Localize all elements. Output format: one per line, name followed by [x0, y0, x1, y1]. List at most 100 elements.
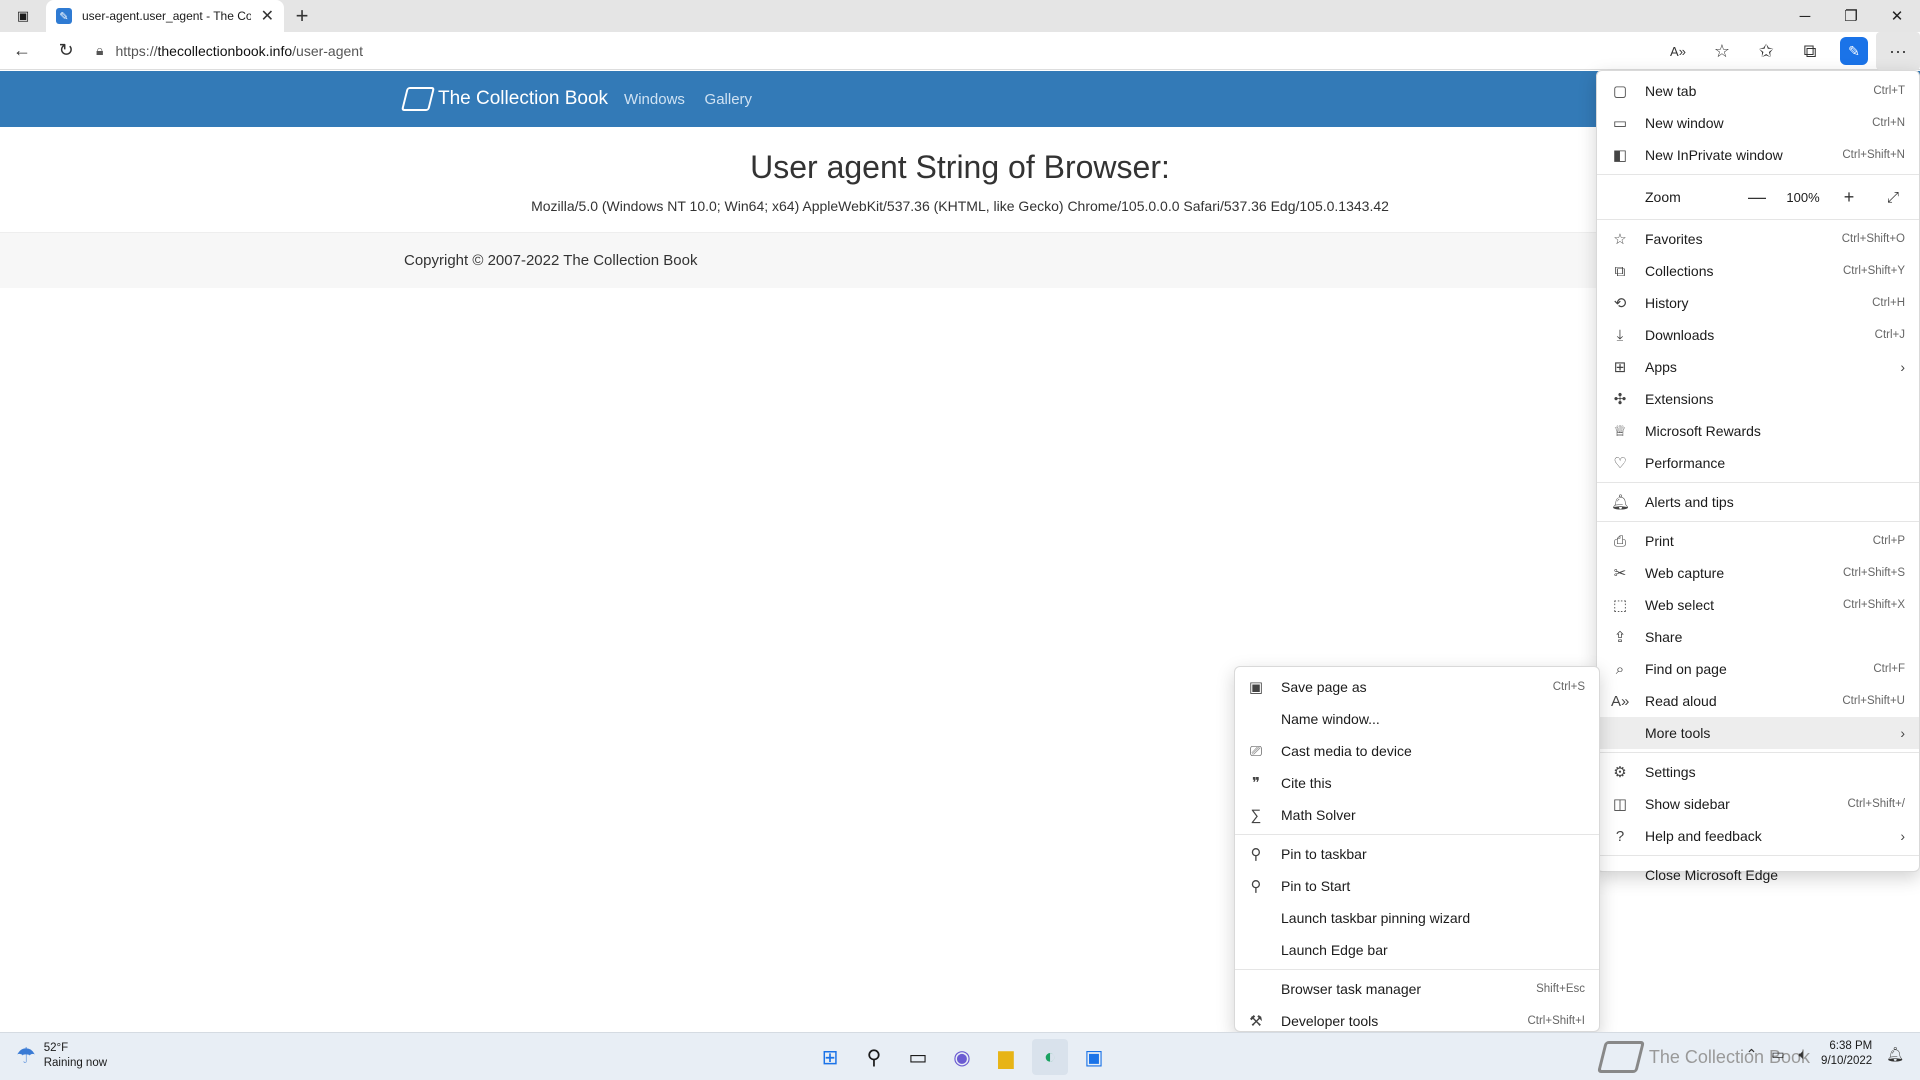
menu-item-downloads[interactable]: ⤓ Downloads Ctrl+J — [1597, 319, 1919, 351]
network-icon[interactable]: ▭ — [1771, 1046, 1784, 1063]
edge-taskbar-button[interactable]: ◐ — [1032, 1039, 1068, 1075]
menu-item-print[interactable]: ⎙ Print Ctrl+P — [1597, 525, 1919, 557]
menu-item-label: Read aloud — [1645, 693, 1717, 709]
menu-item-pin-to-start[interactable]: ⚲ Pin to Start — [1235, 870, 1599, 902]
menu-item-collections[interactable]: ⧉ Collections Ctrl+Shift+Y — [1597, 255, 1919, 287]
menu-item-show-sidebar[interactable]: ◫ Show sidebar Ctrl+Shift+/ — [1597, 788, 1919, 820]
star-add-icon: ☆ — [1713, 40, 1731, 61]
zoom-in-button[interactable]: + — [1837, 187, 1861, 208]
menu-item-extensions[interactable]: ✣ Extensions — [1597, 383, 1919, 415]
profile-button[interactable]: ✎ — [1832, 32, 1876, 70]
search-button[interactable]: ⚲ — [856, 1039, 892, 1075]
menu-item-label: Help and feedback — [1645, 828, 1762, 844]
collections-icon: ⧉ — [1803, 40, 1817, 61]
zoom-out-button[interactable]: — — [1745, 187, 1769, 208]
store-button[interactable]: ▣ — [1076, 1039, 1112, 1075]
menu-item-shortcut: Ctrl+N — [1872, 117, 1905, 129]
file-explorer-button[interactable]: ▆ — [988, 1039, 1024, 1075]
menu-item-read-aloud[interactable]: A» Read aloud Ctrl+Shift+U — [1597, 685, 1919, 717]
new-tab-button[interactable]: + — [284, 0, 320, 32]
menu-item-find-on-page[interactable]: ⌕ Find on page Ctrl+F — [1597, 653, 1919, 685]
collections-icon: ⧉ — [1614, 262, 1626, 280]
site-brand-link[interactable]: The Collection Book — [401, 87, 608, 111]
minimize-button[interactable]: ─ — [1782, 0, 1828, 32]
menu-item-history[interactable]: ⟲ History Ctrl+H — [1597, 287, 1919, 319]
menu-item-favorites[interactable]: ☆ Favorites Ctrl+Shift+O — [1597, 223, 1919, 255]
task-view-button[interactable]: ▭ — [900, 1039, 936, 1075]
settings-and-more-button[interactable]: ··· — [1876, 32, 1920, 70]
restore-button[interactable]: ❐ — [1828, 0, 1874, 32]
menu-item-shortcut: Ctrl+Shift+Y — [1843, 265, 1905, 277]
chat-icon: ◉ — [953, 1046, 971, 1069]
menu-item-cite-this[interactable]: ❞ Cite this — [1235, 767, 1599, 799]
menu-item-share[interactable]: ⇪ Share — [1597, 621, 1919, 653]
favorites-button[interactable]: ✩ — [1744, 32, 1788, 70]
menu-item-microsoft-rewards[interactable]: ♕ Microsoft Rewards — [1597, 415, 1919, 447]
chevron-right-icon: › — [1900, 359, 1905, 375]
menu-item-math-solver[interactable]: ∑ Math Solver — [1235, 799, 1599, 831]
menu-item-label: Performance — [1645, 455, 1726, 471]
extensions-icon: ✣ — [1613, 391, 1627, 408]
back-button[interactable]: ← — [0, 32, 44, 70]
address-bar[interactable]: 🔒︎ https://thecollectionbook.info/user-a… — [88, 36, 1648, 66]
menu-item-new-tab[interactable]: ▢ New tab Ctrl+T — [1597, 75, 1919, 107]
url-text: https://thecollectionbook.info/user-agen… — [115, 43, 363, 59]
menu-item-more-tools[interactable]: More tools › — [1597, 717, 1919, 749]
menu-item-label: New InPrivate window — [1645, 147, 1783, 163]
devtools-icon: ⚒ — [1249, 1013, 1263, 1030]
start-button[interactable]: ⊞ — [812, 1039, 848, 1075]
refresh-icon: ↻ — [58, 40, 74, 60]
menu-item-pin-to-taskbar[interactable]: ⚲ Pin to taskbar — [1235, 838, 1599, 870]
read-aloud-button[interactable]: A» — [1656, 32, 1700, 70]
pin-icon: ⚲ — [1250, 878, 1262, 895]
menu-item-browser-task-manager[interactable]: Browser task manager Shift+Esc — [1235, 973, 1599, 1005]
add-favorite-button[interactable]: ☆ — [1700, 32, 1744, 70]
menu-item-apps[interactable]: ⊞ Apps › — [1597, 351, 1919, 383]
menu-item-settings[interactable]: ⚙ Settings — [1597, 756, 1919, 788]
menu-item-web-select[interactable]: ⬚ Web select Ctrl+Shift+X — [1597, 589, 1919, 621]
lock-icon[interactable]: 🔒︎ — [96, 42, 103, 59]
weather-widget[interactable]: ☂ 52°F Raining now — [16, 1041, 107, 1071]
settings-and-more-menu: ▢ New tab Ctrl+T ▭ New window Ctrl+N ◧ New InPr… — [1596, 70, 1920, 883]
tab-active[interactable]: ✎ user-agent.user_agent - The Col ✕ — [46, 0, 284, 32]
clock[interactable]: 6:38 PM 9/10/2022 — [1821, 1039, 1872, 1069]
menu-item-shortcut: Ctrl+F — [1873, 663, 1905, 675]
windows-logo-icon: ⊞ — [821, 1046, 839, 1069]
volume-icon[interactable]: 🔈︎ — [1799, 1046, 1807, 1063]
menu-item-launch-taskbar-pinning-wizard[interactable]: Launch taskbar pinning wizard — [1235, 902, 1599, 934]
menu-separator — [1597, 752, 1919, 753]
notification-icon[interactable]: 🔔︎ — [1886, 1046, 1904, 1063]
menu-item-help-and-feedback[interactable]: ? Help and feedback › — [1597, 820, 1919, 852]
menu-item-close-microsoft-edge[interactable]: Close Microsoft Edge — [1597, 859, 1919, 891]
menu-item-cast-media-to-device[interactable]: ⎚ Cast media to device — [1235, 735, 1599, 767]
find-icon: ⌕ — [1615, 660, 1625, 678]
nav-link-windows[interactable]: Windows — [624, 91, 685, 108]
menu-item-alerts-and-tips[interactable]: 🔔︎ Alerts and tips — [1597, 486, 1919, 518]
menu-item-performance[interactable]: ♡ Performance — [1597, 447, 1919, 479]
menu-separator — [1597, 219, 1919, 220]
collections-button[interactable]: ⧉ — [1788, 32, 1832, 70]
chat-button[interactable]: ◉ — [944, 1039, 980, 1075]
pin-icon: ⚲ — [1250, 846, 1262, 863]
chevron-up-icon[interactable]: ⌃ — [1746, 1046, 1758, 1063]
close-window-button[interactable]: ✕ — [1874, 0, 1920, 32]
url-host: thecollectionbook.info — [157, 42, 293, 59]
tab-actions-button[interactable]: ▣ — [0, 0, 46, 32]
fullscreen-icon[interactable]: ⤢ — [1881, 189, 1905, 206]
profile-avatar-icon: ✎ — [1840, 37, 1868, 65]
menu-item-name-window[interactable]: Name window... — [1235, 703, 1599, 735]
nav-link-gallery[interactable]: Gallery — [705, 91, 753, 108]
menu-item-launch-edge-bar[interactable]: Launch Edge bar — [1235, 934, 1599, 966]
menu-item-new-inprivate-window[interactable]: ◧ New InPrivate window Ctrl+Shift+N — [1597, 139, 1919, 171]
zoom-label: Zoom — [1645, 189, 1681, 205]
menu-item-new-window[interactable]: ▭ New window Ctrl+N — [1597, 107, 1919, 139]
menu-item-save-page-as[interactable]: ▣ Save page as Ctrl+S — [1235, 671, 1599, 703]
menu-item-label: Pin to Start — [1281, 878, 1351, 894]
close-tab-icon[interactable]: ✕ — [261, 6, 274, 26]
plus-icon: + — [295, 3, 309, 28]
history-icon: ⟲ — [1613, 295, 1627, 312]
downloads-icon: ⤓ — [1616, 326, 1624, 344]
menu-item-web-capture[interactable]: ✂ Web capture Ctrl+Shift+S — [1597, 557, 1919, 589]
book-logo-icon — [401, 87, 435, 111]
refresh-button[interactable]: ↻ — [44, 32, 88, 70]
